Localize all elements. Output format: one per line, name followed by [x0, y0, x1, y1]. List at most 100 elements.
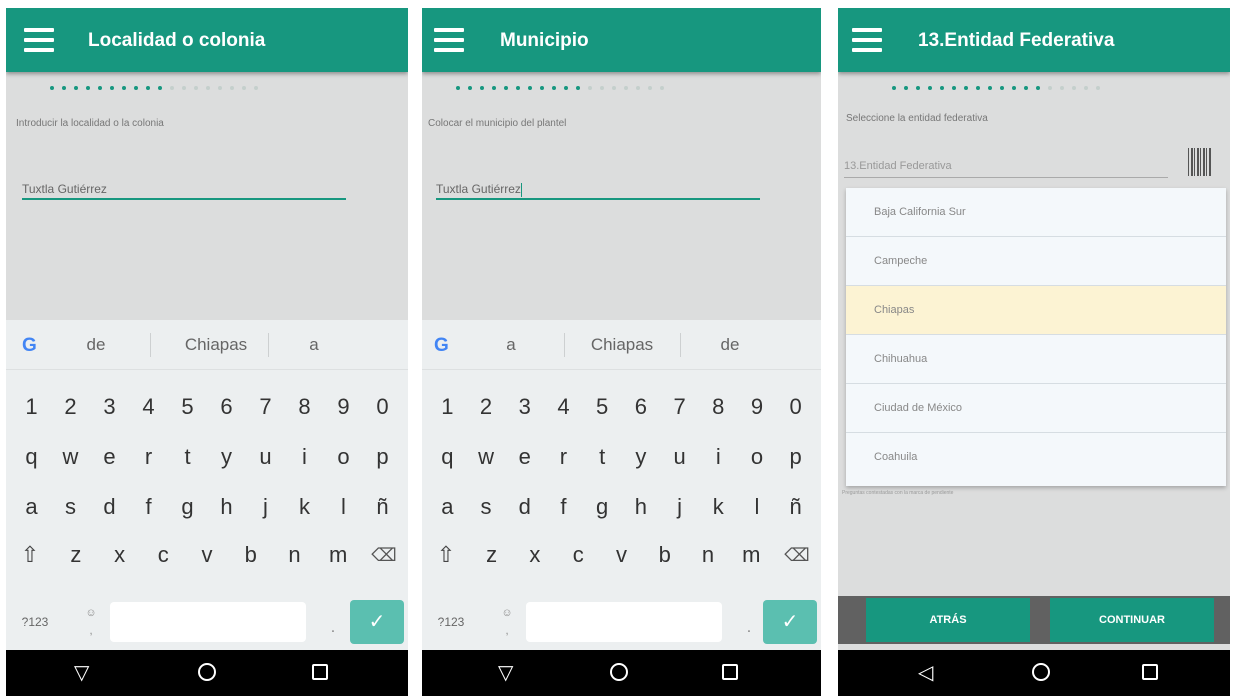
key-r[interactable]: r [544, 444, 583, 470]
key-6[interactable]: 6 [207, 394, 246, 420]
key-9[interactable]: 9 [738, 394, 777, 420]
key-g[interactable]: g [583, 494, 622, 520]
key-d[interactable]: d [90, 494, 129, 520]
period-key[interactable]: . [732, 604, 766, 640]
key-g[interactable]: g [168, 494, 207, 520]
check-icon[interactable]: ✓ [350, 600, 404, 644]
emoji-comma-key[interactable]: ☺, [76, 604, 106, 640]
shift-icon[interactable]: ⇧ [422, 542, 470, 568]
key-5[interactable]: 5 [583, 394, 622, 420]
key-q[interactable]: q [12, 444, 51, 470]
suggestion-2[interactable]: Chiapas [572, 335, 672, 355]
key-m[interactable]: m [730, 542, 773, 568]
key-d[interactable]: d [505, 494, 544, 520]
key-8[interactable]: 8 [699, 394, 738, 420]
nav-back-icon[interactable]: ◁ [918, 660, 933, 685]
key-1[interactable]: 1 [12, 394, 51, 420]
dropdown-option-selected[interactable]: Chiapas [846, 286, 1226, 335]
key-k[interactable]: k [285, 494, 324, 520]
key-b[interactable]: b [229, 542, 273, 568]
key-y[interactable]: y [622, 444, 661, 470]
key-u[interactable]: u [660, 444, 699, 470]
backspace-icon[interactable]: ⌫ [773, 545, 821, 566]
hamburger-menu-icon[interactable] [434, 28, 464, 52]
emoji-comma-key[interactable]: ☺, [492, 604, 522, 640]
key-l[interactable]: l [324, 494, 363, 520]
dropdown-option[interactable]: Chihuahua [846, 335, 1226, 384]
key-k[interactable]: k [699, 494, 738, 520]
suggestion-1[interactable]: a [488, 335, 534, 355]
key-v[interactable]: v [185, 542, 229, 568]
dropdown-option[interactable]: Baja California Sur [846, 188, 1226, 237]
key-ñ[interactable]: ñ [363, 494, 402, 520]
key-p[interactable]: p [776, 444, 815, 470]
key-x[interactable]: x [513, 542, 556, 568]
space-key[interactable] [110, 602, 306, 642]
key-4[interactable]: 4 [544, 394, 583, 420]
key-i[interactable]: i [285, 444, 324, 470]
entidad-select[interactable]: 13.Entidad Federativa [844, 154, 1168, 178]
key-7[interactable]: 7 [246, 394, 285, 420]
key-4[interactable]: 4 [129, 394, 168, 420]
dropdown-option[interactable]: Ciudad de México [846, 384, 1226, 433]
nav-back-icon[interactable]: ▽ [74, 660, 89, 685]
key-2[interactable]: 2 [467, 394, 506, 420]
key-n[interactable]: n [686, 542, 729, 568]
key-1[interactable]: 1 [428, 394, 467, 420]
key-0[interactable]: 0 [776, 394, 815, 420]
symbols-key[interactable]: ?123 [422, 604, 480, 640]
key-h[interactable]: h [622, 494, 661, 520]
space-key[interactable] [526, 602, 722, 642]
key-z[interactable]: z [470, 542, 513, 568]
key-s[interactable]: s [51, 494, 90, 520]
key-y[interactable]: y [207, 444, 246, 470]
key-j[interactable]: j [660, 494, 699, 520]
barcode-icon[interactable] [1188, 148, 1212, 176]
dropdown-option[interactable]: Campeche [846, 237, 1226, 286]
hamburger-menu-icon[interactable] [24, 28, 54, 52]
key-a[interactable]: a [428, 494, 467, 520]
key-p[interactable]: p [363, 444, 402, 470]
key-l[interactable]: l [738, 494, 777, 520]
google-icon[interactable]: G [22, 336, 37, 355]
nav-recent-icon[interactable] [722, 664, 738, 680]
key-t[interactable]: t [583, 444, 622, 470]
key-3[interactable]: 3 [90, 394, 129, 420]
key-i[interactable]: i [699, 444, 738, 470]
key-7[interactable]: 7 [660, 394, 699, 420]
key-u[interactable]: u [246, 444, 285, 470]
key-w[interactable]: w [467, 444, 506, 470]
municipio-input[interactable]: Tuxtla Gutiérrez [436, 178, 760, 200]
key-f[interactable]: f [129, 494, 168, 520]
key-q[interactable]: q [428, 444, 467, 470]
key-3[interactable]: 3 [505, 394, 544, 420]
key-2[interactable]: 2 [51, 394, 90, 420]
key-h[interactable]: h [207, 494, 246, 520]
key-t[interactable]: t [168, 444, 207, 470]
key-c[interactable]: c [557, 542, 600, 568]
key-f[interactable]: f [544, 494, 583, 520]
key-v[interactable]: v [600, 542, 643, 568]
key-m[interactable]: m [316, 542, 360, 568]
shift-icon[interactable]: ⇧ [6, 542, 54, 568]
key-x[interactable]: x [98, 542, 142, 568]
nav-recent-icon[interactable] [1142, 664, 1158, 680]
nav-home-icon[interactable] [610, 663, 628, 681]
dropdown-option[interactable]: Coahuila [846, 433, 1226, 482]
period-key[interactable]: . [316, 604, 350, 640]
localidad-input[interactable]: Tuxtla Gutiérrez [22, 178, 346, 200]
key-6[interactable]: 6 [622, 394, 661, 420]
check-icon[interactable]: ✓ [763, 600, 817, 644]
key-9[interactable]: 9 [324, 394, 363, 420]
symbols-key[interactable]: ?123 [6, 604, 64, 640]
suggestion-3[interactable]: a [286, 335, 342, 355]
back-button[interactable]: ATRÁS [866, 598, 1030, 642]
nav-home-icon[interactable] [1032, 663, 1050, 681]
key-c[interactable]: c [141, 542, 185, 568]
key-n[interactable]: n [273, 542, 317, 568]
key-o[interactable]: o [324, 444, 363, 470]
key-s[interactable]: s [467, 494, 506, 520]
key-w[interactable]: w [51, 444, 90, 470]
google-icon[interactable]: G [434, 336, 449, 355]
key-e[interactable]: e [505, 444, 544, 470]
